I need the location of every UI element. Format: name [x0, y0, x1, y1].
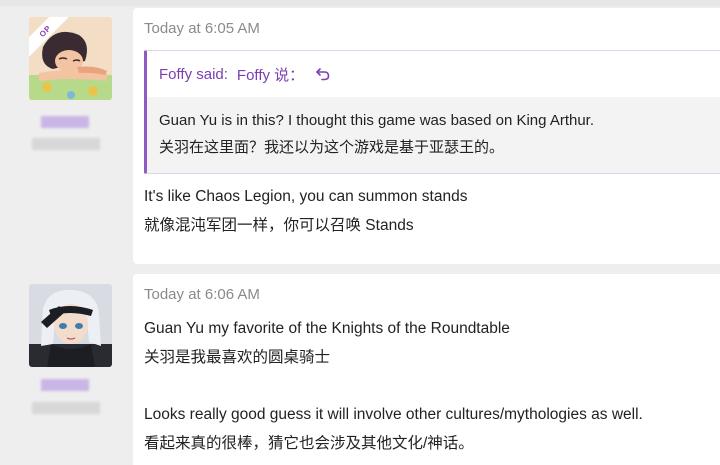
message-line: Guan Yu my favorite of the Knights of th… — [144, 320, 510, 337]
message-card: Today at 6:06 AM Guan Yu my favorite of … — [133, 274, 720, 465]
reply-arrow-icon[interactable] — [316, 67, 330, 81]
white-haired-saluting-girl-avatar-icon — [29, 284, 112, 367]
user-title-redacted — [32, 402, 100, 414]
username-redacted — [41, 116, 89, 128]
quote-block: Foffy said: Foffy 说： Guan Yu is in this?… — [144, 50, 720, 174]
message-line: 就像混沌军团一样，你可以召唤 Stands — [144, 217, 414, 234]
quote-line: 关羽在这里面？我还以为这个游戏是基于亚瑟王的。 — [159, 139, 505, 156]
message-line: 看起来真的很棒，猜它也会涉及其他文化/神话。 — [144, 435, 474, 452]
op-badge-label: OP — [29, 17, 69, 57]
username-redacted — [41, 379, 89, 391]
avatar[interactable]: OP — [29, 17, 112, 100]
user-title-redacted — [32, 138, 100, 150]
message-paragraph: Guan Yu my favorite of the Knights of th… — [144, 314, 510, 372]
message-paragraph: Looks really good guess it will involve … — [144, 400, 643, 458]
post-timestamp[interactable]: Today at 6:06 AM — [144, 286, 260, 303]
quote-body: Guan Yu is in this? I thought this game … — [147, 97, 720, 173]
post: Today at 6:06 AM Guan Yu my favorite of … — [0, 272, 720, 465]
message-line: It's like Chaos Legion, you can summon s… — [144, 188, 468, 205]
quote-author[interactable]: Foffy said: — [159, 66, 228, 83]
post: OP Today at 6:05 AM Foffy said: Foffy 说：… — [0, 0, 720, 272]
message-body: It's like Chaos Legion, you can summon s… — [144, 182, 467, 240]
post-timestamp[interactable]: Today at 6:05 AM — [144, 20, 260, 37]
quote-author-translation: Foffy 说： — [236, 66, 305, 84]
message-card: Today at 6:05 AM Foffy said: Foffy 说： Gu… — [133, 8, 720, 264]
quote-header[interactable]: Foffy said: Foffy 说： — [147, 51, 720, 97]
quote-line: Guan Yu is in this? I thought this game … — [159, 112, 594, 129]
message-line: 关羽是我最喜欢的圆桌骑士 — [144, 349, 331, 366]
op-badge: OP — [29, 17, 69, 57]
message-line: Looks really good guess it will involve … — [144, 406, 643, 423]
avatar[interactable] — [29, 284, 112, 367]
